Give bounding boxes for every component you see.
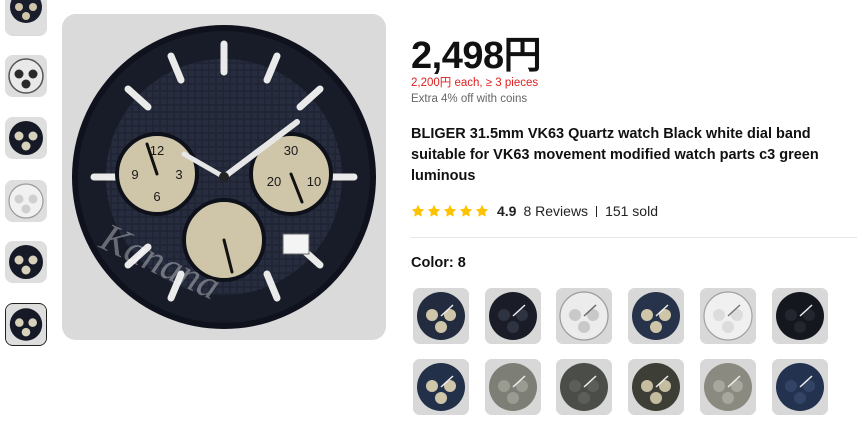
color-swatch-1[interactable] (413, 288, 469, 344)
section-divider (411, 237, 857, 238)
product-title: BLIGER 31.5mm VK63 Quartz watch Black wh… (411, 126, 819, 184)
color-swatch-2[interactable] (485, 288, 541, 344)
color-swatch-12[interactable] (772, 359, 828, 415)
price: 2,498円 (411, 35, 542, 77)
color-swatch-6[interactable] (772, 288, 828, 344)
subdial-left-3: 3 (175, 167, 182, 182)
coins-discount: Extra 4% off with coins (411, 93, 528, 105)
color-swatch-9[interactable] (556, 359, 612, 415)
color-swatch-10[interactable] (628, 359, 684, 415)
thumbnail-1[interactable] (5, 0, 47, 36)
subdial-right-10: 10 (307, 174, 321, 189)
rating-score: 4.9 (497, 203, 517, 219)
color-swatch-5[interactable] (700, 288, 756, 344)
subdial-left-6: 6 (153, 189, 160, 204)
thumbnail-3[interactable] (5, 117, 47, 159)
star-icon (443, 204, 457, 217)
color-swatch-11[interactable] (700, 359, 756, 415)
reviews-link[interactable]: 8 Reviews (523, 203, 588, 219)
thumbnail-5[interactable] (5, 241, 47, 283)
star-icon (411, 204, 425, 217)
color-label: Color: 8 (411, 255, 466, 271)
star-icon (459, 204, 473, 217)
thumbnail-4[interactable] (5, 180, 47, 222)
thumbnail-strip (0, 0, 52, 424)
subdial-right-20: 20 (267, 174, 281, 189)
subdial-left-9: 9 (131, 167, 138, 182)
sold-count: 151 sold (605, 203, 658, 219)
color-swatch-8[interactable] (485, 359, 541, 415)
color-swatch-3[interactable] (556, 288, 612, 344)
rating-row[interactable]: 4.9 8 Reviews 151 sold (411, 201, 658, 221)
bulk-price: 2,200円 each, ≥ 3 pieces (411, 77, 539, 89)
star-icon (475, 204, 489, 217)
rating-stars (411, 204, 489, 218)
thumbnail-6-selected[interactable] (5, 303, 47, 346)
star-icon (427, 204, 441, 217)
main-product-image[interactable]: 12 3 6 9 30 10 20 Kanana (62, 14, 386, 340)
color-swatch-7[interactable] (413, 359, 469, 415)
thumbnail-2[interactable] (5, 55, 47, 97)
divider-bar (596, 205, 598, 217)
color-swatch-4[interactable] (628, 288, 684, 344)
subdial-right-30: 30 (284, 143, 298, 158)
